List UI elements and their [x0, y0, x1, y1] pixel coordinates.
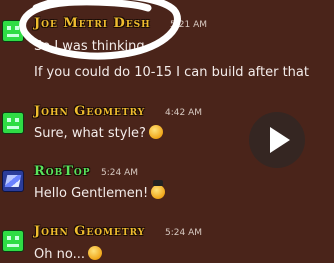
- message-text: If you could do 10-15 I can build after …: [34, 65, 309, 80]
- message-text: Sure, what style?: [34, 125, 163, 141]
- message-text-content: Sure, what style?: [34, 126, 146, 141]
- thinking-face-icon: [148, 125, 163, 139]
- timestamp: 4:42 AM: [165, 108, 202, 118]
- play-button[interactable]: [249, 112, 305, 168]
- author-name[interactable]: RobTop: [34, 164, 91, 179]
- avatar[interactable]: [2, 170, 24, 192]
- message-text: Hello Gentlemen!: [34, 180, 166, 201]
- timestamp: 5:24 AM: [165, 228, 202, 238]
- timestamp: 5:24 AM: [101, 168, 138, 178]
- message-text-content: Oh no...: [34, 247, 85, 262]
- author-name[interactable]: John Geometry: [34, 104, 145, 119]
- avatar[interactable]: [2, 112, 24, 134]
- hand-over-face-icon: [87, 246, 102, 260]
- message-text-content: Hello Gentlemen!: [34, 186, 149, 201]
- top-hat-face-icon: [151, 180, 166, 199]
- message-text: Oh no...: [34, 246, 102, 262]
- chat-message: John Geometry 5:24 AM Oh no...: [0, 222, 334, 263]
- scribble-mark-icon: [19, 0, 181, 60]
- play-icon: [270, 127, 290, 153]
- author-name[interactable]: John Geometry: [34, 224, 145, 239]
- avatar[interactable]: [2, 230, 24, 252]
- chat-message: Joe Metri Desh 5:21 AM So I was thinking…: [0, 0, 334, 90]
